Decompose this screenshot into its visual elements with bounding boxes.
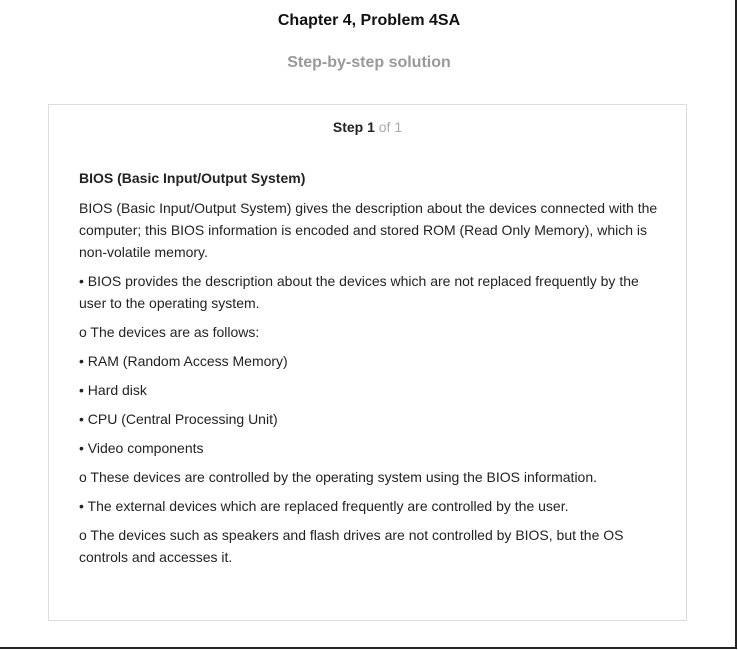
- solution-paragraph: • The external devices which are replace…: [79, 498, 569, 514]
- solution-paragraph: • Hard disk: [79, 382, 147, 398]
- step-label: Step 1: [332, 119, 375, 135]
- solution-content: BIOS (Basic Input/Output System) BIOS (B…: [79, 167, 659, 575]
- page-subtitle: Step-by-step solution: [287, 54, 451, 71]
- solution-paragraph: BIOS (Basic Input/Output System) gives t…: [79, 200, 658, 260]
- solution-paragraph: • CPU (Central Processing Unit): [79, 411, 278, 427]
- step-total: of 1: [378, 119, 403, 135]
- step-card: Step 1 of 1 BIOS (Basic Input/Output Sys…: [48, 104, 687, 621]
- solution-paragraph: o The devices such as speakers and flash…: [79, 527, 624, 565]
- solution-paragraph: • RAM (Random Access Memory): [79, 353, 288, 369]
- step-indicator: Step 1 of 1: [49, 119, 686, 135]
- solution-heading: BIOS (Basic Input/Output System): [79, 170, 306, 186]
- solution-paragraph: • Video components: [79, 440, 204, 456]
- solution-paragraph: • BIOS provides the description about th…: [79, 273, 639, 311]
- page-title: Chapter 4, Problem 4SA: [277, 12, 461, 29]
- solution-paragraph: o The devices are as follows:: [79, 324, 260, 340]
- solution-paragraph: o These devices are controlled by the op…: [79, 469, 598, 485]
